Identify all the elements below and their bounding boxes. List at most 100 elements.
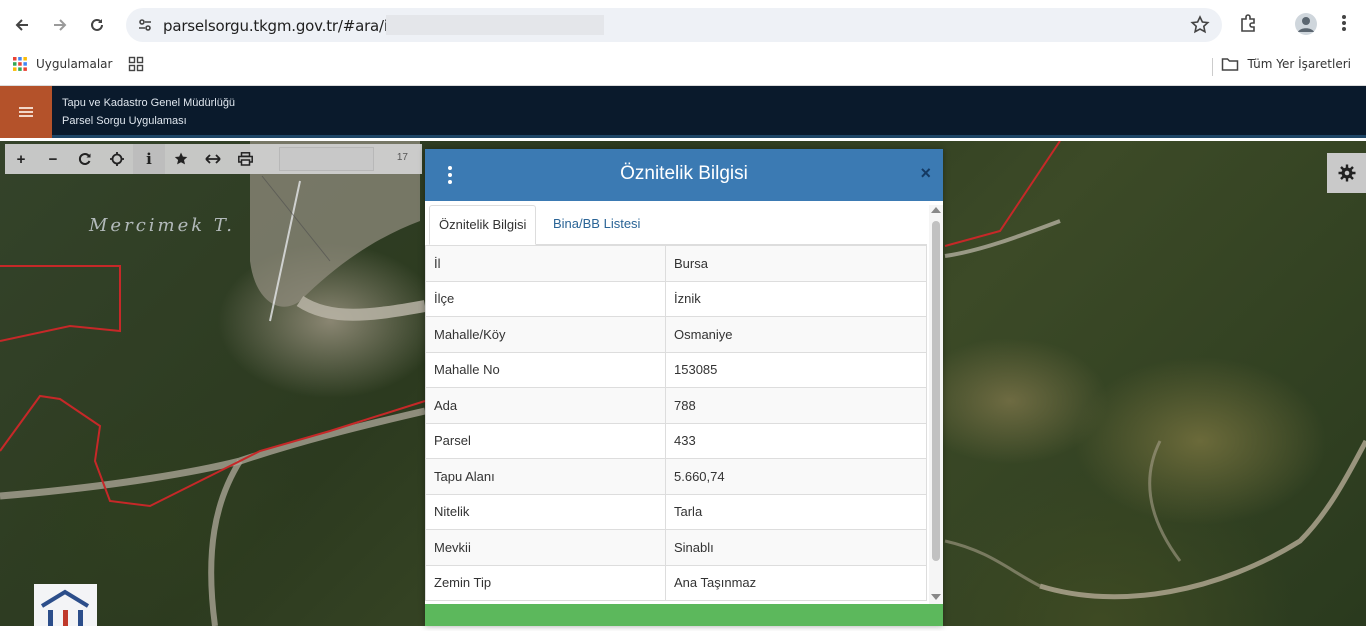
attribute-key: Parsel	[425, 422, 666, 459]
close-icon: ×	[920, 163, 931, 183]
apps-label[interactable]: Uygulamalar	[36, 57, 112, 71]
hamburger-icon	[19, 105, 33, 119]
all-bookmarks-button[interactable]: Tüm Yer İşaretleri	[1221, 56, 1351, 72]
info-button[interactable]: i	[133, 144, 165, 174]
bookmark-star-icon[interactable]	[1190, 15, 1210, 35]
measure-button[interactable]	[197, 144, 229, 174]
zoom-level-readout: 17	[396, 152, 408, 163]
apps-grid-icon	[13, 57, 27, 71]
attribute-key: İl	[425, 245, 666, 282]
table-row: Ada 788	[425, 387, 927, 424]
back-arrow-icon	[15, 19, 28, 31]
refresh-button[interactable]	[69, 144, 101, 174]
minus-icon: −	[48, 150, 58, 168]
attribute-value: 153085	[665, 351, 927, 388]
plus-icon: +	[16, 150, 26, 168]
locate-button[interactable]	[101, 144, 133, 174]
dialog-title: Öznitelik Bilgisi	[620, 163, 748, 184]
all-bookmarks-label[interactable]: Tüm Yer İşaretleri	[1247, 57, 1351, 71]
favorite-button[interactable]	[165, 144, 197, 174]
dialog-tabs: Öznitelik Bilgisi Bina/BB Listesi	[429, 205, 927, 245]
tab-building-list[interactable]: Bina/BB Listesi	[544, 205, 649, 245]
app-titles: Tapu ve Kadastro Genel Müdürlüğü Parsel …	[62, 94, 235, 130]
attribute-value: Bursa	[665, 245, 927, 282]
reload-button[interactable]	[84, 12, 110, 38]
scroll-up-arrow-icon[interactable]	[931, 207, 941, 213]
profile-avatar[interactable]	[1294, 12, 1318, 41]
star-icon	[174, 152, 188, 165]
zoom-in-button[interactable]: +	[5, 144, 37, 174]
kebab-menu-icon	[1342, 15, 1346, 31]
settings-button[interactable]	[1327, 153, 1366, 193]
attribute-key: İlçe	[425, 280, 666, 317]
hamburger-menu-button[interactable]	[0, 86, 52, 138]
app-header: Tapu ve Kadastro Genel Müdürlüğü Parsel …	[0, 86, 1366, 138]
dialog-scrollbar[interactable]	[929, 205, 943, 604]
forward-button[interactable]	[47, 12, 73, 38]
crosshair-icon	[110, 152, 124, 166]
printer-icon	[237, 152, 253, 166]
apps-shortcut[interactable]: Uygulamalar	[12, 56, 144, 72]
attribute-table-container: İl Bursa İlçe İznik Mahalle/Köy Osmaniye Ma…	[425, 245, 927, 604]
reload-icon	[91, 18, 103, 31]
attribute-value: 433	[665, 422, 927, 459]
map-toolbar: + − i 17	[5, 144, 422, 174]
attribute-key: Mevkii	[425, 529, 666, 566]
attribute-key: Ada	[425, 387, 666, 424]
dialog-header: Öznitelik Bilgisi ×	[425, 149, 943, 201]
map-place-label: Mercimek T.	[89, 215, 235, 236]
browser-menu-button[interactable]	[1338, 12, 1350, 39]
forward-arrow-icon	[54, 19, 67, 31]
attribute-key: Mahalle No	[425, 351, 666, 388]
attribute-value: Sinablı	[665, 529, 927, 566]
attribute-value: Tarla	[665, 493, 927, 530]
table-row: Zemin Tip Ana Taşınmaz	[425, 564, 927, 601]
url-text[interactable]: parselsorgu.tkgm.gov.tr/#ara/idari/	[163, 17, 421, 35]
redacted-url-part	[386, 15, 604, 35]
attribute-info-dialog: Öznitelik Bilgisi × Öznitelik Bilgisi Bi…	[425, 149, 943, 626]
attribute-value: 5.660,74	[665, 458, 927, 495]
info-icon: i	[146, 150, 152, 168]
refresh-icon	[79, 153, 91, 165]
table-row: İl Bursa	[425, 245, 927, 282]
attribute-key: Nitelik	[425, 493, 666, 530]
table-row: Mahalle/Köy Osmaniye	[425, 316, 927, 353]
bookmarks-bar: Uygulamalar Tüm Yer İşaretleri	[0, 50, 1366, 86]
address-bar[interactable]: parselsorgu.tkgm.gov.tr/#ara/idari/	[126, 8, 1222, 42]
attribute-value: 788	[665, 387, 927, 424]
tkgm-logo-icon	[40, 589, 90, 626]
search-input[interactable]	[279, 147, 374, 171]
table-row: Mevkii Sinablı	[425, 529, 927, 566]
attribute-key: Tapu Alanı	[425, 458, 666, 495]
horizontal-arrows-icon	[205, 154, 221, 164]
browser-toolbar: parselsorgu.tkgm.gov.tr/#ara/idari/	[0, 0, 1366, 50]
attribute-value: İznik	[665, 280, 927, 317]
back-button[interactable]	[9, 12, 35, 38]
attribute-key: Zemin Tip	[425, 564, 666, 601]
scrollbar-thumb[interactable]	[932, 221, 940, 561]
folder-icon	[1222, 58, 1239, 71]
extensions-button[interactable]	[1238, 12, 1260, 39]
table-row: Parsel 433	[425, 422, 927, 459]
scroll-down-arrow-icon[interactable]	[931, 594, 941, 600]
tab-groups-icon[interactable]	[128, 56, 144, 72]
site-info-icon[interactable]	[136, 16, 154, 34]
gear-icon	[1338, 164, 1355, 182]
attribute-key: Mahalle/Köy	[425, 316, 666, 353]
avatar-icon	[1295, 13, 1317, 35]
tkgm-logo	[34, 584, 97, 626]
print-button[interactable]	[229, 144, 261, 174]
tab-attribute-info[interactable]: Öznitelik Bilgisi	[429, 205, 537, 245]
org-title: Tapu ve Kadastro Genel Müdürlüğü	[62, 97, 236, 109]
attribute-value: Osmaniye	[665, 316, 927, 353]
attribute-table: İl Bursa İlçe İznik Mahalle/Köy Osmaniye Ma…	[425, 245, 927, 601]
table-row: Tapu Alanı 5.660,74	[425, 458, 927, 495]
table-row: Mahalle No 153085	[425, 351, 927, 388]
close-button[interactable]: ×	[920, 163, 931, 184]
zoom-out-button[interactable]: −	[37, 144, 69, 174]
app-title: Parsel Sorgu Uygulaması	[62, 115, 187, 127]
attribute-value: Ana Taşınmaz	[665, 564, 927, 601]
table-row: Nitelik Tarla	[425, 493, 927, 530]
dialog-footer-button[interactable]	[425, 604, 943, 626]
bookmarks-divider	[1212, 58, 1213, 76]
